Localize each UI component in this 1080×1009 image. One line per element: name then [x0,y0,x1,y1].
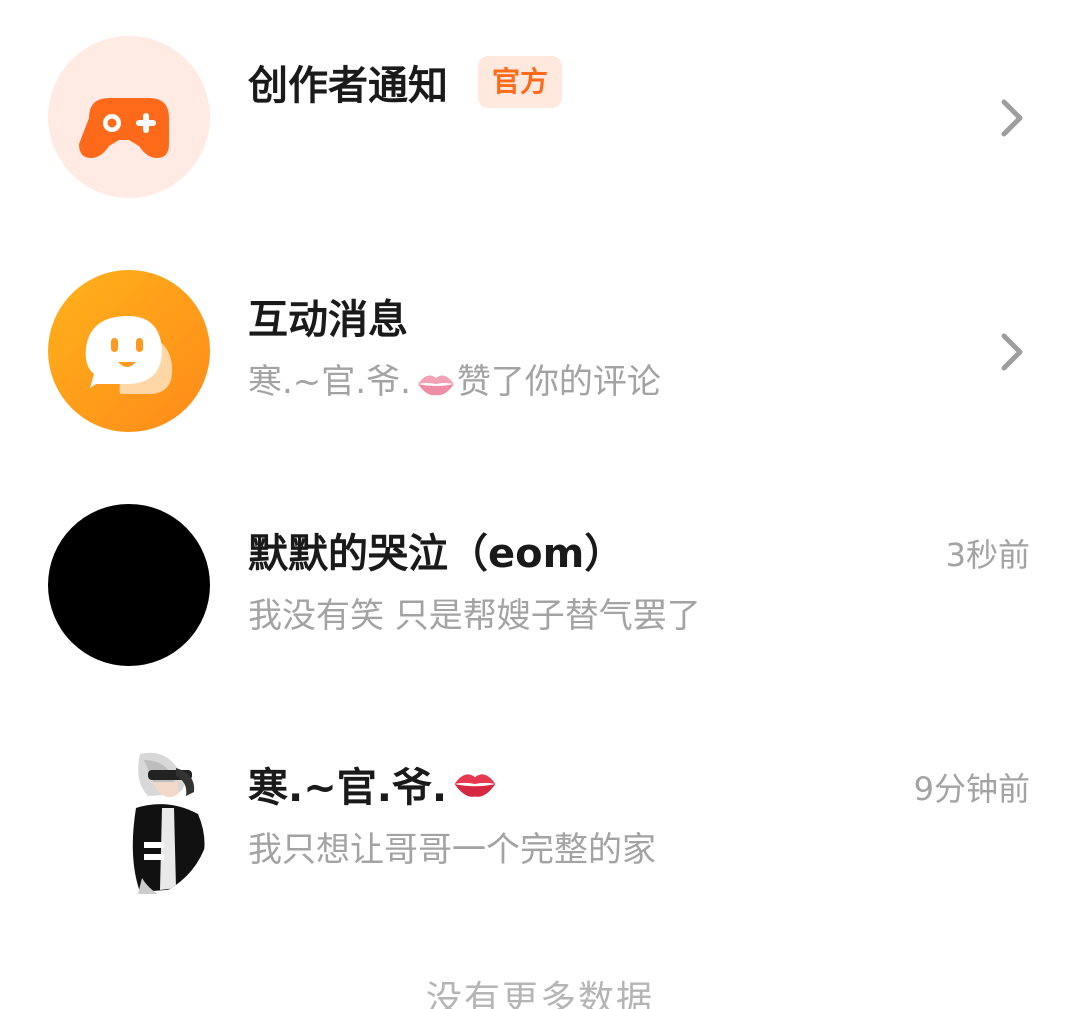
official-badge: 官方 [478,56,563,108]
sender-name: 寒.~官.爷. [248,362,411,402]
chevron-right-icon [1001,99,1023,137]
message-time: 3秒前 [945,536,1030,574]
kiss-emoji-icon [417,375,454,395]
kiss-emoji-icon [454,774,496,797]
last-message: 寒.~官.爷. 赞了你的评论 [248,354,661,403]
title-line: 互动消息 [248,286,408,346]
avatar [48,738,210,900]
avatar-interaction [48,270,210,432]
list-item-creator-notice[interactable]: 创作者通知 官方 [0,0,1080,234]
avatar [48,504,210,666]
action-text: 赞了你的评论 [456,362,661,402]
no-more-data-text: 没有更多数据 [425,979,654,1009]
conversation-title: 互动消息 [248,297,408,343]
list-item-chat[interactable]: 寒.~官.爷. 我只想让哥哥一个完整的家 9分钟前 [0,702,1080,936]
gamepad-icon [79,98,169,158]
message-list: 创作者通知 官方 互动消息 寒.~官.爷. 赞了你的评论 默默的哭泣（eom） … [0,0,1080,1009]
list-item-interaction[interactable]: 互动消息 寒.~官.爷. 赞了你的评论 [0,234,1080,468]
title-line: 创作者通知 官方 [248,52,563,112]
last-message: 我只想让哥哥一个完整的家 [248,830,656,870]
conversation-title: 创作者通知 [248,63,448,109]
conversation-title: 默默的哭泣（eom） [248,531,625,577]
anime-character-avatar [132,752,205,894]
list-item-chat[interactable]: 默默的哭泣（eom） 我没有笑 只是帮嫂子替气罢了 3秒前 [0,468,1080,702]
chat-face-icon [85,316,173,394]
message-time: 9分钟前 [913,770,1030,808]
chevron-right-icon [1001,333,1023,371]
title-line: 寒.~官.爷. [248,754,499,814]
conversation-title: 寒.~官.爷. [248,765,448,811]
avatar-creator-notice [48,36,210,198]
last-message: 我没有笑 只是帮嫂子替气罢了 [248,596,701,636]
title-line: 默默的哭泣（eom） [248,520,624,580]
